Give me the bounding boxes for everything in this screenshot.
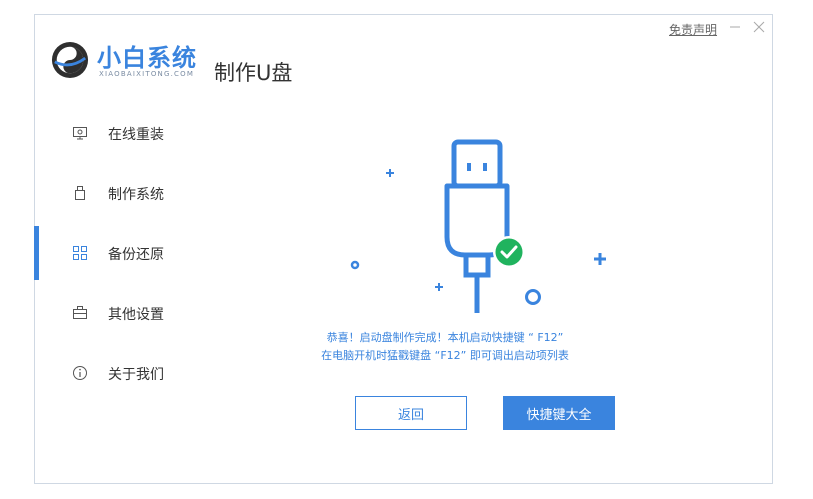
shortcut-keys-button[interactable]: 快捷键大全 [503,396,615,430]
app-window: 免责声明 小白系统 XIAOBAIXITONG.COM 制作U盘 在线重装 制作… [34,14,773,484]
sidebar-item-label: 其他设置 [108,307,164,323]
sidebar-item-label: 关于我们 [108,367,164,383]
sidebar-item-label: 在线重装 [108,127,164,143]
info-icon [73,366,87,380]
sidebar-item-label: 备份还原 [108,247,164,263]
grid-icon [73,246,87,260]
sidebar-item-other-settings[interactable]: 其他设置 [35,283,235,343]
close-icon[interactable] [751,19,767,35]
sparkle-plus-icon [386,169,394,177]
hint-message: 在电脑开机时猛戳键盘 “F12” 即可调出启动项列表 [321,349,569,362]
sparkle-plus-icon [435,283,443,291]
success-check-icon [493,236,525,268]
sidebar: 在线重装 制作系统 备份还原 其他设置 关于我们 [34,103,235,403]
usb-drive-icon [75,186,85,200]
sidebar-item-about-us[interactable]: 关于我们 [35,343,235,403]
app-logo: 小白系统 XIAOBAIXITONG.COM [51,37,231,89]
monitor-icon [73,127,87,140]
logo-subtext: XIAOBAIXITONG.COM [99,70,195,78]
usb-success-illustration [350,139,606,313]
active-indicator [34,226,39,280]
success-message: 恭喜！启动盘制作完成！本机启动快捷键 “ F12” [326,331,564,344]
page-title: 制作U盘 [214,61,293,85]
disclaimer-link[interactable]: 免责声明 [669,21,717,38]
briefcase-icon [73,306,87,319]
sparkle-dot-icon [350,260,360,270]
sidebar-item-label: 制作系统 [108,187,164,203]
back-button[interactable]: 返回 [355,396,467,430]
logo-mark-icon [51,41,89,79]
minimize-icon[interactable] [727,19,743,35]
sidebar-item-online-reinstall[interactable]: 在线重装 [35,103,235,163]
sparkle-plus-icon [594,253,606,265]
logo-text: 小白系统 [97,44,197,72]
sidebar-item-backup-restore[interactable]: 备份还原 [34,223,235,283]
sidebar-item-make-system[interactable]: 制作系统 [35,163,235,223]
sparkle-ring-icon [525,289,541,305]
